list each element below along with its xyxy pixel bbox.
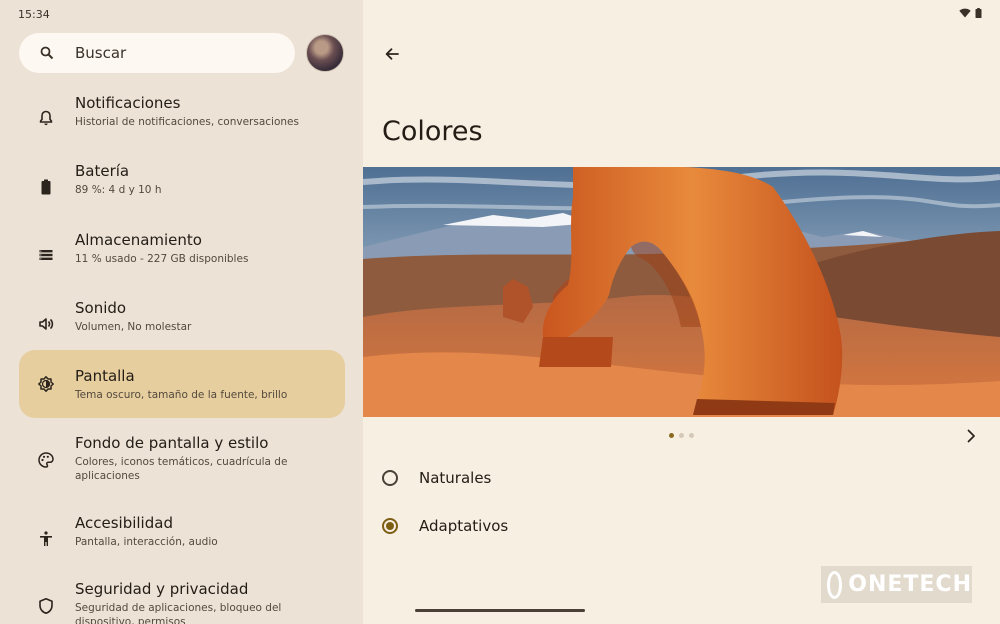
- radio-button-selected[interactable]: [382, 518, 398, 534]
- radio-label: Adaptativos: [419, 517, 509, 535]
- search-placeholder: Buscar: [75, 44, 127, 62]
- settings-item-subtitle: Pantalla, interacción, audio: [75, 536, 218, 548]
- watermark-text: ONETECH: [848, 572, 972, 597]
- navigation-handle[interactable]: [415, 609, 585, 612]
- carousel-dot[interactable]: [679, 433, 684, 438]
- settings-item-title: Almacenamiento: [75, 231, 202, 249]
- settings-item-accesibilidad[interactable]: Accesibilidad Pantalla, interacción, aud…: [19, 505, 345, 573]
- chevron-right-icon[interactable]: [963, 427, 979, 445]
- settings-item-subtitle: 89 %: 4 d y 10 h: [75, 184, 162, 196]
- settings-item-almacenamiento[interactable]: Almacenamiento 11 % usado - 227 GB dispo…: [19, 221, 345, 289]
- settings-item-title: Batería: [75, 162, 130, 180]
- settings-item-notificaciones[interactable]: Notificaciones Historial de notificacion…: [19, 84, 345, 152]
- settings-item-fondo-de-pantalla[interactable]: Fondo de pantalla y estilo Colores, icon…: [19, 424, 345, 496]
- settings-item-title: Sonido: [75, 299, 127, 317]
- settings-item-subtitle: Colores, iconos temáticos, cuadrícula de…: [75, 456, 288, 482]
- color-option-adaptativos[interactable]: Adaptativos: [382, 514, 508, 538]
- settings-item-subtitle: Seguridad de aplicaciones, bloqueo del d…: [75, 602, 282, 624]
- sound-icon: [37, 315, 55, 333]
- wifi-icon: [959, 8, 971, 18]
- settings-item-title: Pantalla: [75, 367, 135, 385]
- settings-item-title: Notificaciones: [75, 94, 181, 112]
- radio-label: Naturales: [419, 469, 492, 487]
- settings-item-subtitle: 11 % usado - 227 GB disponibles: [75, 253, 249, 265]
- settings-item-seguridad[interactable]: Seguridad y privacidad Seguridad de apli…: [19, 571, 345, 624]
- carousel-dot-active[interactable]: [669, 433, 674, 438]
- settings-item-subtitle: Volumen, No molestar: [75, 321, 192, 333]
- watermark-logo: ONETECH: [821, 566, 972, 603]
- carousel-dots: [669, 433, 694, 438]
- search-icon: [39, 45, 55, 61]
- logo-circle-icon: [827, 570, 843, 599]
- avatar[interactable]: [306, 34, 344, 72]
- battery-icon: [975, 8, 982, 18]
- settings-item-pantalla[interactable]: Pantalla Tema oscuro, tamaño de la fuent…: [19, 350, 345, 418]
- settings-item-title: Accesibilidad: [75, 514, 173, 532]
- shield-icon: [37, 597, 55, 615]
- carousel-dot[interactable]: [689, 433, 694, 438]
- page-title: Colores: [382, 116, 483, 147]
- storage-icon: [37, 246, 55, 264]
- accessibility-icon: [37, 530, 55, 548]
- settings-item-sonido[interactable]: Sonido Volumen, No molestar: [19, 290, 345, 358]
- status-time: 15:34: [18, 8, 50, 21]
- settings-item-title: Seguridad y privacidad: [75, 580, 249, 598]
- brightness-icon: [37, 375, 55, 393]
- search-bar[interactable]: Buscar: [19, 33, 295, 73]
- settings-item-subtitle: Historial de notificaciones, conversacio…: [75, 116, 299, 128]
- color-option-naturales[interactable]: Naturales: [382, 466, 491, 490]
- settings-item-bateria[interactable]: Batería 89 %: 4 d y 10 h: [19, 153, 345, 221]
- settings-item-subtitle: Tema oscuro, tamaño de la fuente, brillo: [75, 389, 288, 401]
- battery-icon: [37, 178, 55, 196]
- bell-icon: [37, 109, 55, 127]
- settings-item-title: Fondo de pantalla y estilo: [75, 434, 269, 452]
- palette-icon: [37, 451, 55, 469]
- radio-button[interactable]: [382, 470, 398, 486]
- settings-list-panel: 15:34 Buscar Notificaciones Historial de…: [0, 0, 363, 624]
- status-icons: [959, 8, 982, 18]
- wallpaper-preview[interactable]: [363, 166, 1000, 417]
- back-arrow-icon[interactable]: [381, 43, 403, 65]
- detail-panel: Colores Naturales Adaptativos ONETECH: [363, 0, 1000, 624]
